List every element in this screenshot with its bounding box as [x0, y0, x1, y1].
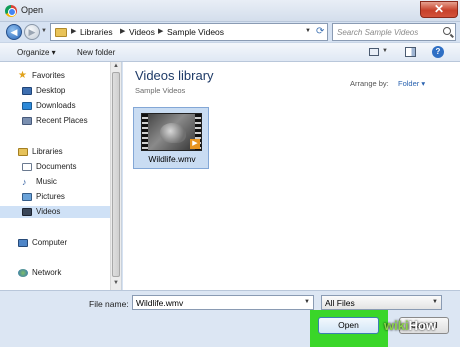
- command-toolbar: Organize ▾ New folder ▼ ?: [0, 42, 460, 62]
- forward-button[interactable]: ▶: [24, 24, 40, 40]
- file-name-value: Wildlife.wmv: [136, 298, 184, 308]
- open-button-highlight: Open: [310, 310, 388, 347]
- breadcrumb-separator-icon[interactable]: ▶: [158, 27, 163, 35]
- chrome-app-icon: [5, 5, 17, 17]
- sidebar-item-desktop[interactable]: Desktop: [0, 85, 110, 97]
- new-folder-button[interactable]: New folder: [77, 48, 115, 57]
- file-list-pane: Videos library Sample Videos Arrange by:…: [123, 62, 460, 290]
- navigation-pane: ★ Favorites Desktop Downloads Recent Pla…: [0, 62, 122, 290]
- scrollbar-thumb[interactable]: [112, 72, 120, 277]
- sidebar-item-label: Computer: [32, 238, 68, 247]
- view-options-dropdown-icon[interactable]: ▼: [382, 48, 388, 54]
- sidebar-item-computer[interactable]: Computer: [0, 237, 110, 249]
- play-icon: ▶: [190, 139, 200, 149]
- recent-locations-dropdown-icon[interactable]: ▼: [41, 28, 47, 34]
- breadcrumb-separator-icon[interactable]: ▶: [120, 27, 125, 35]
- sidebar-item-pictures[interactable]: Pictures: [0, 191, 110, 203]
- file-item[interactable]: ▶ Wildlife.wmv: [133, 107, 209, 169]
- sidebar-item-label: Downloads: [36, 101, 76, 110]
- file-name-label: Wildlife.wmv: [148, 154, 196, 164]
- downloads-icon: [22, 102, 32, 110]
- organize-button[interactable]: Organize ▾: [17, 48, 56, 57]
- file-name-label: File name:: [89, 299, 129, 309]
- preview-pane-icon[interactable]: [405, 47, 416, 57]
- file-type-value: All Files: [325, 298, 355, 308]
- documents-icon: [22, 163, 32, 171]
- help-icon[interactable]: ?: [432, 46, 444, 58]
- computer-icon: [18, 239, 28, 247]
- change-view-icon[interactable]: [369, 48, 379, 56]
- sidebar-item-recent-places[interactable]: Recent Places: [0, 115, 110, 127]
- scroll-down-icon[interactable]: ▼: [113, 280, 119, 286]
- library-title: Videos library: [135, 68, 214, 83]
- search-placeholder: Search Sample Videos: [337, 28, 419, 37]
- arrange-by-label: Arrange by:: [350, 79, 389, 88]
- recent-places-icon: [22, 117, 32, 125]
- sidebar-item-documents[interactable]: Documents: [0, 161, 110, 173]
- network-icon: [18, 269, 28, 277]
- chevron-down-icon[interactable]: ▼: [432, 299, 438, 305]
- scroll-up-icon[interactable]: ▲: [113, 63, 119, 69]
- breadcrumb-libraries[interactable]: Libraries: [80, 27, 113, 37]
- chevron-down-icon[interactable]: ▼: [304, 299, 310, 305]
- sidebar-item-label: Network: [32, 268, 62, 277]
- search-input[interactable]: Search Sample Videos: [332, 23, 456, 41]
- file-name-field[interactable]: Wildlife.wmv ▼: [132, 295, 314, 310]
- open-button[interactable]: Open: [318, 317, 379, 334]
- title-bar: Open ✕: [0, 0, 460, 22]
- sidebar-item-label: Pictures: [36, 192, 65, 201]
- sidebar-item-downloads[interactable]: Downloads: [0, 100, 110, 112]
- back-button[interactable]: ◀: [6, 24, 22, 40]
- folder-icon: [55, 28, 67, 37]
- library-subtitle: Sample Videos: [135, 86, 186, 95]
- sidebar-item-libraries[interactable]: Libraries: [0, 146, 110, 158]
- breadcrumb-videos[interactable]: Videos: [129, 27, 155, 37]
- sidebar-item-label: Documents: [36, 162, 77, 171]
- navigation-bar: ◀ ▶ ▼ ▶ Libraries ▶ Videos ▶ Sample Vide…: [0, 22, 460, 42]
- sidebar-item-videos[interactable]: Videos: [0, 206, 110, 218]
- sidebar-item-label: Libraries: [32, 147, 63, 156]
- film-strip-left: [142, 114, 148, 150]
- videos-icon: [22, 208, 32, 216]
- sidebar-item-network[interactable]: Network: [0, 267, 110, 279]
- wikihow-watermark: wikiHow: [384, 318, 437, 333]
- refresh-icon[interactable]: ⟳: [316, 26, 324, 37]
- address-dropdown-icon[interactable]: ▼: [305, 28, 311, 34]
- sidebar-item-favorites[interactable]: ★ Favorites: [0, 70, 110, 82]
- sidebar-scrollbar[interactable]: ▲ ▼: [110, 62, 121, 290]
- sidebar-item-label: Music: [36, 177, 57, 186]
- sidebar-item-label: Desktop: [36, 86, 66, 95]
- breadcrumb-sample-videos[interactable]: Sample Videos: [167, 27, 224, 37]
- sidebar-item-music[interactable]: ♪ Music: [0, 176, 110, 188]
- close-button[interactable]: ✕: [420, 1, 458, 18]
- star-icon: ★: [18, 70, 27, 81]
- window-title: Open: [21, 5, 44, 15]
- desktop-icon: [22, 87, 32, 95]
- sidebar-item-label: Favorites: [32, 71, 65, 80]
- file-type-select[interactable]: All Files ▼: [321, 295, 442, 310]
- library-icon: [18, 148, 28, 156]
- address-bar[interactable]: ▶ Libraries ▶ Videos ▶ Sample Videos ▼ ⟳: [50, 23, 328, 41]
- breadcrumb-separator-icon[interactable]: ▶: [71, 27, 76, 35]
- arrange-by-dropdown[interactable]: Folder ▾: [398, 79, 425, 88]
- music-icon: ♪: [22, 177, 27, 187]
- sidebar-item-label: Videos: [36, 207, 61, 216]
- pictures-icon: [22, 193, 32, 201]
- sidebar-item-label: Recent Places: [36, 116, 88, 125]
- video-thumbnail: ▶: [141, 113, 202, 151]
- search-icon[interactable]: [443, 27, 451, 35]
